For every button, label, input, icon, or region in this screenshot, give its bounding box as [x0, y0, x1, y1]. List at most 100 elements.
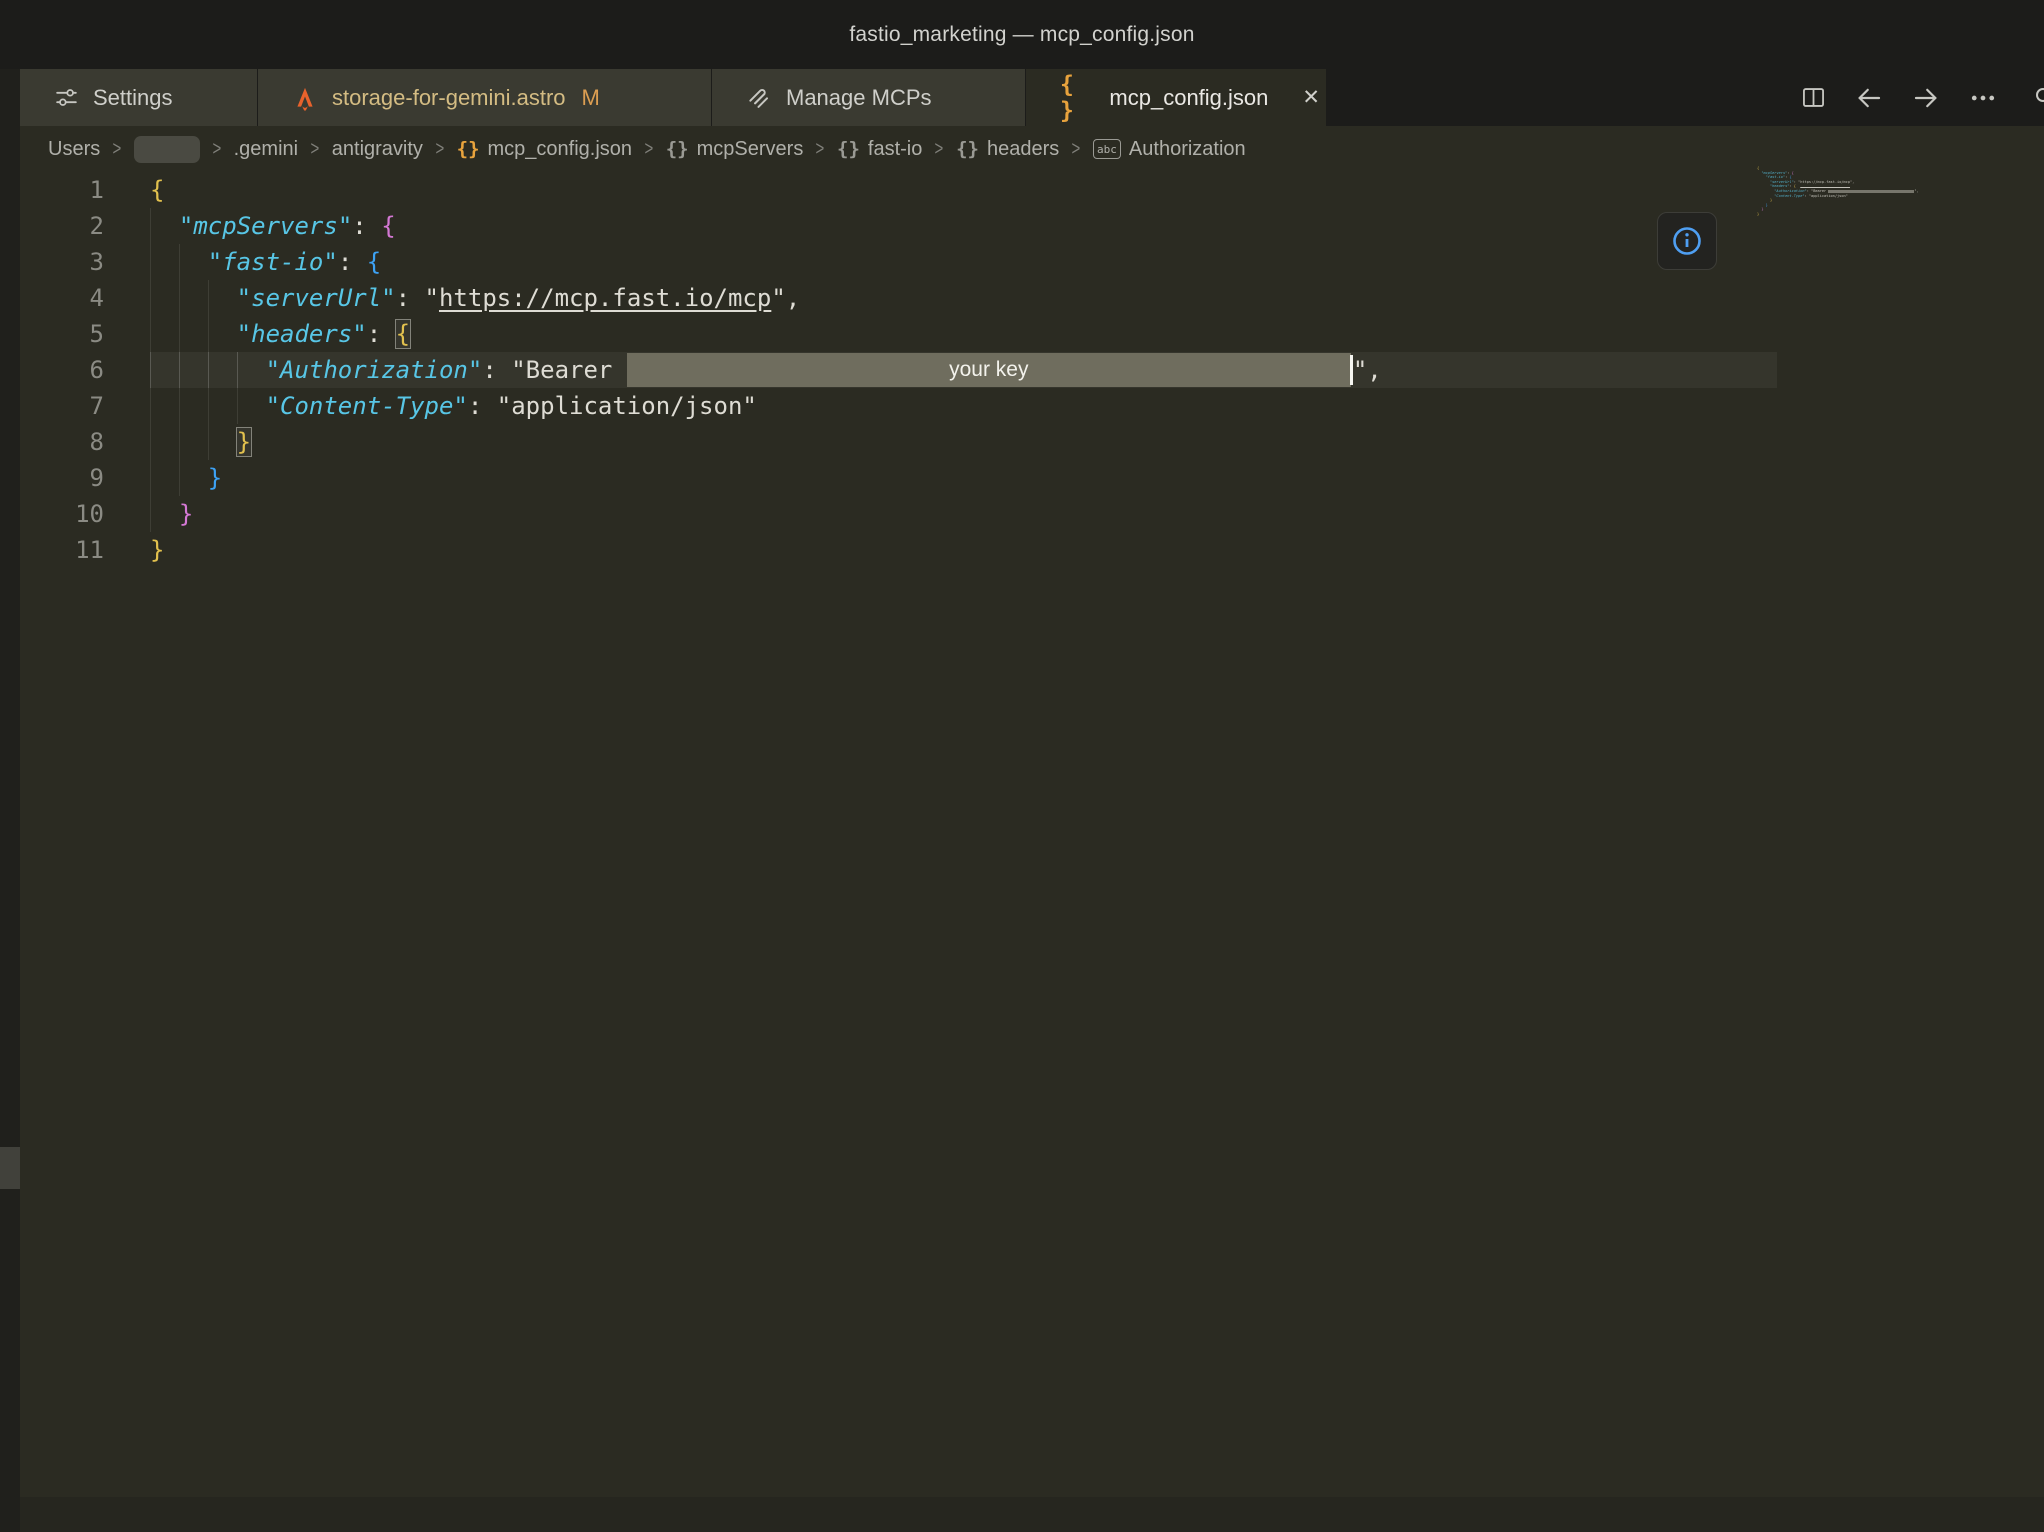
code-token: "headers": [237, 320, 367, 348]
code-token: {: [1789, 175, 1791, 179]
info-button[interactable]: [1657, 212, 1717, 270]
code-token: :: [338, 248, 367, 276]
code-token: :: [367, 320, 396, 348]
bottom-panel: [20, 1497, 2044, 1532]
code-line: 2 "mcpServers": {: [20, 208, 2044, 244]
tab-storage-for-gemini-astro[interactable]: storage-for-gemini.astroM: [258, 69, 711, 126]
info-icon: [1670, 224, 1704, 258]
line-number: 6: [20, 352, 104, 388]
code-text: }: [150, 460, 222, 496]
chevron-right-icon: >: [212, 138, 221, 161]
breadcrumb-item-mcp-config-json[interactable]: {}mcp_config.json: [457, 138, 632, 161]
redaction-label: your key: [949, 358, 1028, 381]
breadcrumb-label: .gemini: [234, 138, 298, 161]
code-token: {: [1792, 171, 1794, 175]
code-text: "serverUrl": "https://mcp.fast.io/mcp",: [150, 280, 800, 316]
code-token: https://mcp.fast.io/mcp: [1800, 180, 1850, 184]
close-icon[interactable]: ✕: [1296, 83, 1326, 112]
tab-mcp-config-json[interactable]: { }mcp_config.json✕: [1026, 69, 1326, 126]
code-token: ",: [1850, 180, 1854, 184]
code-line: 11}: [20, 532, 2044, 568]
panel-resize-handle[interactable]: [0, 1147, 20, 1189]
code-token: "Content-Type": [266, 392, 468, 420]
chevron-right-icon: >: [1072, 138, 1081, 161]
line-number: 3: [20, 244, 104, 280]
code-text: "mcpServers": {: [150, 208, 396, 244]
code-token: }: [208, 464, 222, 492]
code-token: :: [482, 356, 511, 384]
tab-manage-mcps[interactable]: Manage MCPs: [712, 69, 1025, 126]
breadcrumb-item-mcpservers[interactable]: {}mcpServers: [666, 138, 804, 161]
code-line: 9}: [20, 460, 2044, 496]
code-token: }: [1761, 207, 1763, 211]
line-number: 1: [20, 172, 104, 208]
window-title: fastio_marketing — mcp_config.json: [849, 23, 1194, 47]
more-actions-button[interactable]: [1968, 83, 1998, 113]
braces-icon: {}: [837, 138, 860, 160]
code-token: "Bearer: [1811, 189, 1828, 193]
code-token: :: [396, 284, 425, 312]
redacted-api-key: your key: [1828, 190, 1914, 193]
line-number: 2: [20, 208, 104, 244]
left-edge-panel: [0, 69, 20, 1532]
code-token: }: [1766, 203, 1768, 207]
code-token: "headers": [1770, 184, 1789, 188]
indent-guide: [150, 208, 179, 244]
braces-icon: {}: [457, 138, 480, 160]
indent-guide: [237, 388, 266, 424]
breadcrumb-redacted-user[interactable]: [134, 136, 200, 163]
tab-strip: Settingsstorage-for-gemini.astroM Manage …: [20, 69, 1327, 126]
redacted-api-key: your key: [627, 353, 1351, 387]
braces-icon: {}: [666, 138, 689, 160]
code-token: }: [179, 500, 193, 528]
code-token: }: [1757, 212, 1759, 216]
navigate-forward-button[interactable]: [1911, 83, 1941, 113]
indent-guide: [179, 424, 208, 460]
line-number: 5: [20, 316, 104, 352]
code-token: "Authorization": [266, 356, 483, 384]
code-token: https://mcp.fast.io/mcp: [439, 284, 771, 312]
code-token: "mcpServers": [1761, 171, 1787, 175]
indent-guide: [237, 352, 266, 388]
breadcrumb-item-users[interactable]: Users: [48, 138, 100, 161]
code-token: {: [1757, 166, 1759, 170]
indent-guide: [208, 352, 237, 388]
code-token: "application/json": [497, 392, 757, 420]
breadcrumb-item-headers[interactable]: {}headers: [956, 138, 1059, 161]
indent-guide: [179, 244, 208, 280]
indent-guide: [150, 496, 179, 532]
code-token: ",: [1914, 189, 1918, 193]
indent-guide: [150, 316, 179, 352]
code-token: :: [352, 212, 381, 240]
minimap[interactable]: 1{2"mcpServers": {3"fast-io": {4"serverU…: [1757, 166, 1952, 224]
tab-label: Manage MCPs: [786, 85, 932, 111]
breadcrumb-item-antigravity[interactable]: antigravity: [332, 138, 423, 161]
code-token: "mcpServers": [179, 212, 352, 240]
code-line: 11}: [1757, 212, 1952, 217]
breadcrumb-item-fast-io[interactable]: {}fast-io: [837, 138, 922, 161]
navigate-back-button[interactable]: [1854, 83, 1884, 113]
tab-settings[interactable]: Settings: [20, 69, 257, 126]
code-text: "fast-io": {: [150, 244, 381, 280]
tab-bar: Settingsstorage-for-gemini.astroM Manage …: [20, 69, 2044, 126]
breadcrumb-item--gemini[interactable]: .gemini: [234, 138, 298, 161]
code-token: {: [150, 176, 164, 204]
chevron-right-icon: >: [113, 138, 122, 161]
breadcrumb-item-authorization[interactable]: abcAuthorization: [1093, 138, 1246, 161]
braces-icon: {}: [956, 138, 979, 160]
code-token: }: [1770, 198, 1772, 202]
indent-guide: [208, 316, 237, 352]
code-text: "Authorization": "Bearer your key",: [150, 352, 1382, 388]
string-symbol-icon: abc: [1093, 139, 1121, 159]
code-token: }: [237, 428, 251, 456]
breadcrumb-label: Users: [48, 138, 100, 161]
code-token: {: [367, 248, 381, 276]
split-editor-button[interactable]: [1800, 84, 1827, 111]
code-token: }: [150, 536, 164, 564]
indent-guide: [150, 388, 179, 424]
code-token: "fast-io": [208, 248, 338, 276]
code-editor[interactable]: 1{2"mcpServers": {3"fast-io": {4"serverU…: [20, 172, 2044, 1497]
chevron-right-icon: >: [311, 138, 320, 161]
line-number: 4: [20, 280, 104, 316]
code-token: "Authorization": [1774, 189, 1806, 193]
